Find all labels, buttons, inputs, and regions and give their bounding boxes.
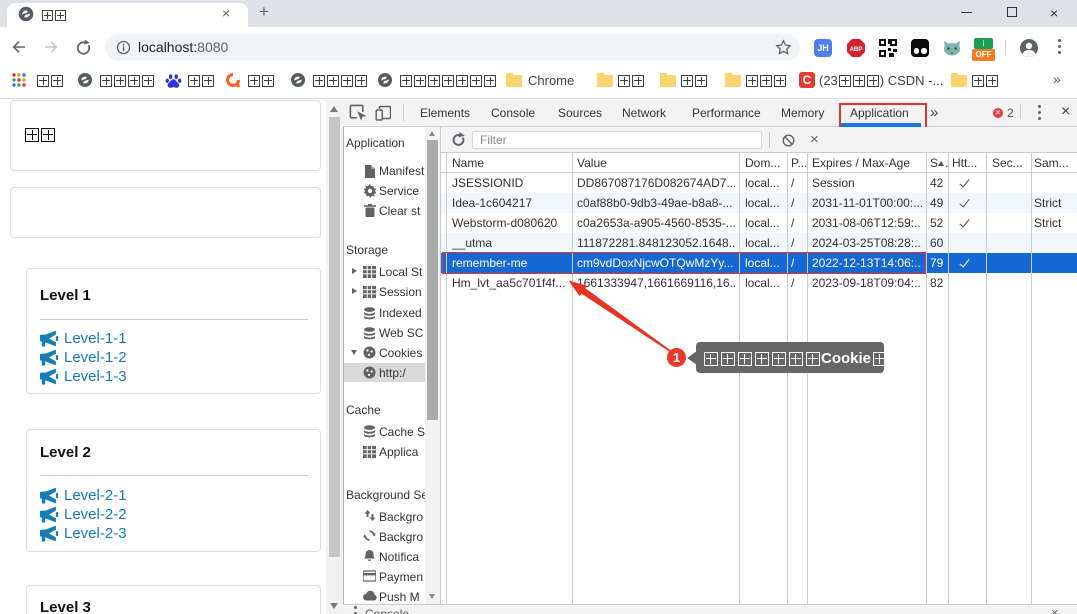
svg-text:ABP: ABP: [849, 46, 862, 53]
